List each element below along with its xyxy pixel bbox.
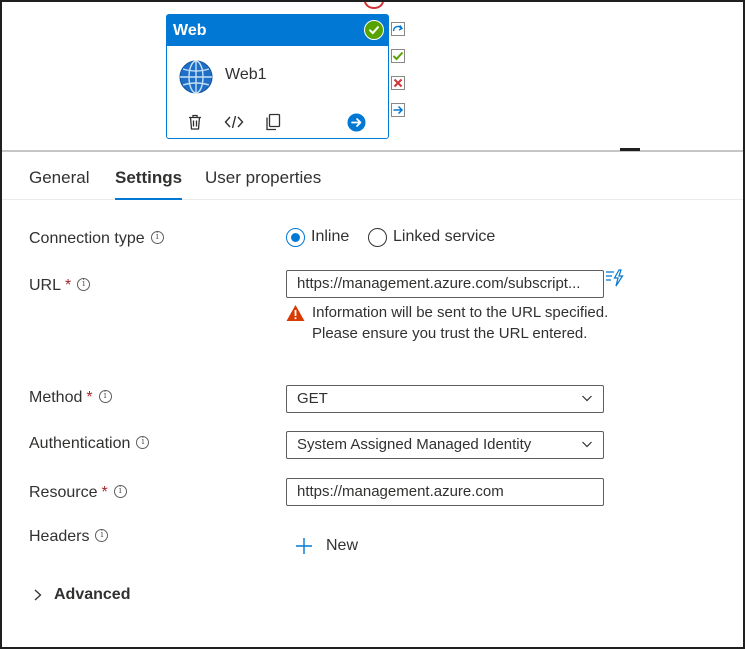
info-icon[interactable]: i — [113, 485, 127, 498]
advanced-label: Advanced — [54, 586, 131, 603]
plus-icon — [296, 538, 312, 554]
info-icon[interactable]: i — [98, 390, 112, 403]
method-label: Method * i — [29, 389, 112, 407]
headers-label-text: Headers — [29, 528, 90, 545]
radio-inline[interactable] — [286, 228, 305, 247]
web-activity-node[interactable]: Web Web1 — [166, 14, 389, 139]
arrow-right-circle-icon[interactable] — [345, 111, 367, 133]
properties-tabs: General Settings User properties — [2, 152, 743, 200]
radio-linked-service[interactable] — [368, 228, 387, 247]
activity-actions — [167, 108, 390, 136]
activity-type-label: Web — [173, 22, 207, 39]
radio-linked-service-label[interactable]: Linked service — [393, 228, 495, 246]
required-mark: * — [86, 389, 93, 406]
check-circle-icon — [364, 20, 384, 40]
activity-name: Web1 — [225, 66, 267, 83]
activity-header: Web — [167, 15, 388, 46]
trash-icon[interactable] — [184, 111, 206, 133]
chevron-down-icon — [582, 441, 592, 448]
headers-label: Headers i — [29, 528, 109, 546]
resource-label-text: Resource — [29, 484, 98, 501]
connection-type-label: Connection type i — [29, 230, 164, 248]
resource-input[interactable]: https://management.azure.com — [286, 478, 604, 506]
url-input[interactable]: https://management.azure.com/subscript..… — [286, 270, 604, 298]
activity-body: Web1 — [167, 46, 388, 108]
add-header-button[interactable]: New — [294, 534, 358, 558]
authentication-select[interactable]: System Assigned Managed Identity — [286, 431, 604, 459]
tab-user-properties[interactable]: User properties — [205, 168, 321, 200]
authentication-label: Authentication i — [29, 435, 150, 453]
copy-icon[interactable] — [262, 111, 284, 133]
x-icon[interactable] — [391, 76, 405, 90]
required-mark: * — [101, 484, 108, 501]
authentication-select-value: System Assigned Managed Identity — [297, 436, 532, 453]
globe-icon — [179, 60, 213, 94]
required-mark: * — [65, 277, 72, 294]
advanced-expander[interactable]: Advanced — [32, 586, 130, 604]
chevron-down-icon — [582, 395, 592, 402]
canvas-connector-arc — [364, 2, 384, 9]
radio-inline-label[interactable]: Inline — [311, 228, 349, 246]
code-icon[interactable] — [223, 111, 245, 133]
url-warning-text: Information will be sent to the URL spec… — [312, 304, 609, 342]
method-label-text: Method — [29, 389, 83, 406]
panel-resize-handle[interactable] — [620, 148, 640, 151]
tab-general[interactable]: General — [29, 168, 89, 200]
method-select[interactable]: GET — [286, 385, 604, 413]
method-select-value: GET — [297, 390, 328, 407]
url-label-text: URL — [29, 277, 62, 294]
info-icon[interactable]: i — [95, 529, 109, 542]
url-label: URL * i — [29, 277, 91, 295]
web-activity-editor: Web Web1 General Settings User propertie… — [0, 0, 745, 649]
check-icon[interactable] — [391, 49, 405, 63]
skip-arrow-icon[interactable] — [391, 22, 405, 36]
tab-settings[interactable]: Settings — [115, 168, 183, 200]
pipeline-canvas[interactable]: Web Web1 — [2, 2, 743, 150]
resource-label: Resource * i — [29, 484, 127, 502]
add-header-label: New — [326, 537, 359, 554]
info-icon[interactable]: i — [77, 278, 91, 291]
arrow-right-icon[interactable] — [391, 103, 405, 117]
authentication-label-text: Authentication — [29, 435, 131, 452]
info-icon[interactable]: i — [150, 231, 164, 244]
warning-icon — [286, 305, 305, 321]
lightning-icon[interactable] — [605, 269, 625, 287]
connection-type-label-text: Connection type — [29, 230, 145, 247]
info-icon[interactable]: i — [136, 436, 150, 449]
chevron-right-icon — [34, 589, 42, 601]
